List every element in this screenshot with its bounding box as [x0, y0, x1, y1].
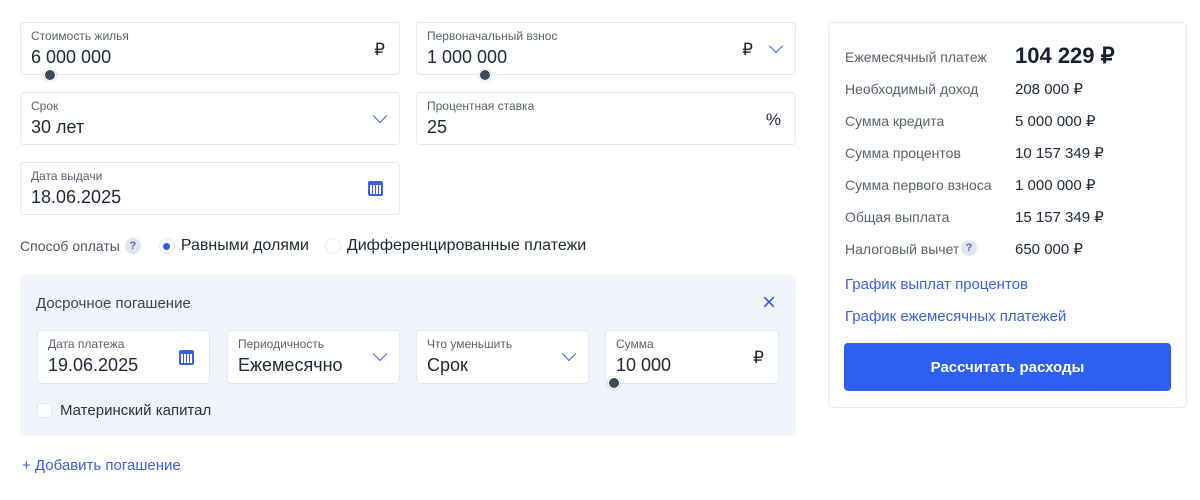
price-slider-handle[interactable]: [44, 69, 56, 81]
summary-value: 650 000 ₽: [1015, 241, 1083, 258]
payment-method: Способ оплаты ? Равными долями Дифференц…: [20, 236, 586, 256]
summary-label: Сумма кредита: [845, 113, 945, 129]
add-repayment-link[interactable]: + Добавить погашение: [22, 457, 181, 474]
down-payment-label: Первоначальный взнос: [427, 29, 558, 43]
issue-date-field[interactable]: Дата выдачи 18.06.2025: [20, 162, 400, 215]
summary-value: 5 000 000 ₽: [1015, 113, 1096, 130]
reduce-label: Что уменьшить: [427, 337, 513, 351]
amount-label: Сумма: [616, 337, 654, 351]
radio-differentiated[interactable]: [324, 238, 341, 254]
period-select[interactable]: Периодичность Ежемесячно: [227, 330, 400, 384]
summary-label: Общая выплата: [845, 209, 950, 225]
down-payment-field[interactable]: Первоначальный взнос 1 000 000 ₽: [416, 22, 796, 75]
payment-date-label: Дата платежа: [48, 337, 125, 351]
period-label: Периодичность: [238, 337, 325, 351]
early-repayment-title: Досрочное погашение: [36, 295, 191, 312]
radio-differentiated-label[interactable]: Дифференцированные платежи: [347, 237, 586, 255]
summary-value: 208 000 ₽: [1015, 81, 1083, 98]
close-icon[interactable]: ×: [762, 289, 776, 317]
radio-equal-label[interactable]: Равными долями: [181, 237, 309, 255]
price-label: Стоимость жилья: [31, 29, 129, 43]
summary-value: 10 157 349 ₽: [1015, 145, 1104, 162]
radio-equal[interactable]: [158, 238, 175, 254]
help-icon[interactable]: ?: [124, 238, 141, 254]
summary-label: Сумма первого взноса: [845, 177, 992, 193]
summary-label: Сумма процентов: [845, 145, 961, 161]
payment-date-field[interactable]: Дата платежа 19.06.2025: [37, 330, 210, 384]
percent-suffix: %: [765, 110, 781, 129]
maternity-label[interactable]: Материнский капитал: [60, 402, 211, 419]
term-select[interactable]: Срок 30 лет: [20, 92, 400, 145]
ruble-suffix: ₽: [374, 40, 385, 59]
calculate-expenses-button[interactable]: Рассчитать расходы: [844, 343, 1171, 391]
calendar-icon[interactable]: [179, 350, 194, 365]
amount-input[interactable]: 10 000: [616, 355, 671, 376]
issue-date-label: Дата выдачи: [31, 169, 103, 183]
amount-field[interactable]: Сумма 10 000 ₽: [605, 330, 779, 384]
payment-date-input[interactable]: 19.06.2025: [48, 355, 138, 376]
term-value: 30 лет: [31, 117, 85, 137]
summary-label: Необходимый доход: [845, 81, 979, 97]
monthly-payment-value: 104 229 ₽: [1015, 43, 1115, 68]
ruble-suffix: ₽: [753, 348, 764, 367]
chevron-down-icon[interactable]: [768, 38, 784, 54]
price-input[interactable]: 6 000 000: [31, 47, 111, 68]
period-value: Ежемесячно: [238, 355, 343, 375]
rate-input[interactable]: 25: [427, 117, 447, 138]
payment-method-label: Способ оплаты: [20, 238, 120, 254]
summary-card: Ежемесячный платеж 104 229 ₽ Необходимый…: [828, 22, 1187, 408]
issue-date-input[interactable]: 18.06.2025: [31, 187, 121, 208]
ruble-suffix: ₽: [742, 40, 753, 59]
summary-value: 15 157 349 ₽: [1015, 209, 1104, 226]
down-payment-slider-handle[interactable]: [479, 69, 491, 81]
summary-label: Ежемесячный платеж: [845, 49, 987, 65]
interest-schedule-link[interactable]: График выплат процентов: [845, 276, 1028, 293]
chevron-down-icon: [561, 346, 577, 362]
chevron-down-icon: [372, 108, 388, 124]
monthly-schedule-link[interactable]: График ежемесячных платежей: [845, 308, 1066, 325]
chevron-down-icon: [372, 346, 388, 362]
calendar-icon[interactable]: [368, 181, 383, 196]
summary-value: 1 000 000 ₽: [1015, 177, 1096, 194]
summary-label: Налоговый вычет: [845, 241, 960, 257]
help-icon[interactable]: ?: [961, 240, 977, 256]
rate-field[interactable]: Процентная ставка 25 %: [416, 92, 796, 145]
reduce-value: Срок: [427, 355, 468, 375]
maternity-checkbox[interactable]: [37, 403, 52, 418]
rate-label: Процентная ставка: [427, 99, 535, 113]
price-field[interactable]: Стоимость жилья 6 000 000 ₽: [20, 22, 400, 75]
down-payment-input[interactable]: 1 000 000: [427, 47, 507, 68]
amount-slider-handle[interactable]: [608, 377, 620, 389]
reduce-select[interactable]: Что уменьшить Срок: [416, 330, 589, 384]
term-label: Срок: [31, 99, 59, 113]
